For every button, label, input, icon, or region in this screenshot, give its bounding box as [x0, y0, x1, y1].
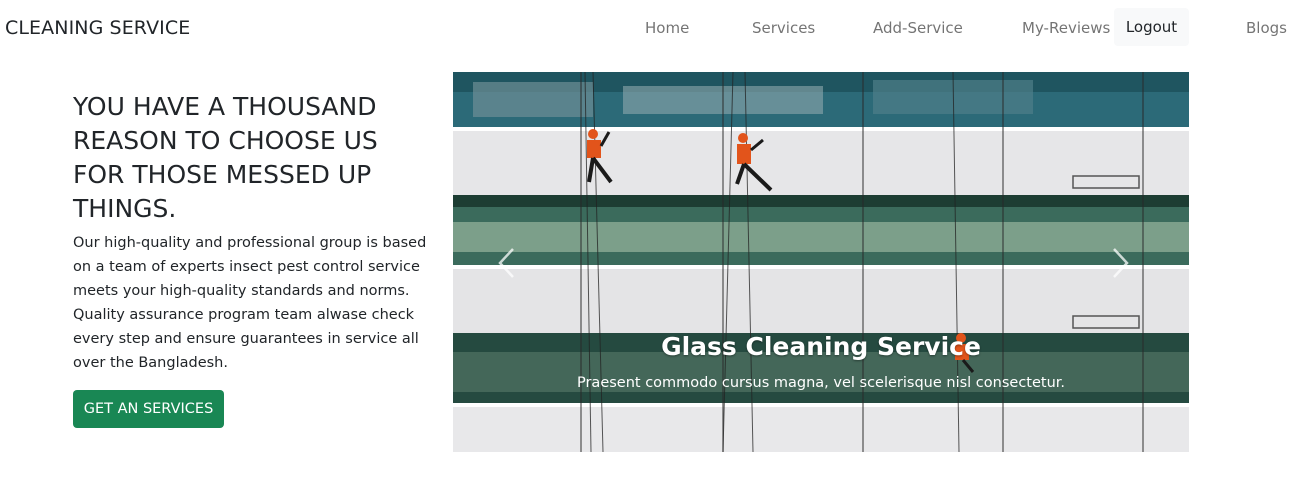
- brand-logo-text[interactable]: CLEANING SERVICE: [5, 17, 190, 39]
- carousel-caption-title: Glass Cleaning Service: [661, 332, 981, 361]
- carousel-next-button[interactable]: [1108, 246, 1132, 280]
- chevron-right-icon: [1113, 248, 1129, 278]
- nav-add-service-link[interactable]: Add-Service: [873, 19, 963, 37]
- navbar: CLEANING SERVICE Home Services Add-Servi…: [0, 0, 1297, 56]
- nav-home-link[interactable]: Home: [645, 19, 689, 37]
- get-service-button[interactable]: GET AN SERVICES: [73, 390, 224, 428]
- hero-description: Our high-quality and professional group …: [73, 235, 427, 371]
- nav-my-reviews-link[interactable]: My-Reviews: [1022, 19, 1110, 37]
- nav-services-link[interactable]: Services: [752, 19, 815, 37]
- carousel-caption-text: Praesent commodo cursus magna, vel scele…: [576, 375, 1066, 391]
- hero-title: YOU HAVE A THOUSAND REASON TO CHOOSE US …: [73, 92, 378, 223]
- hero-carousel: [453, 72, 1189, 452]
- chevron-left-icon: [498, 248, 514, 278]
- carousel-slide-image: [453, 72, 1189, 452]
- nav-blogs-link[interactable]: Blogs: [1246, 19, 1287, 37]
- carousel-prev-button[interactable]: [495, 246, 519, 280]
- logout-button[interactable]: Logout: [1114, 8, 1189, 46]
